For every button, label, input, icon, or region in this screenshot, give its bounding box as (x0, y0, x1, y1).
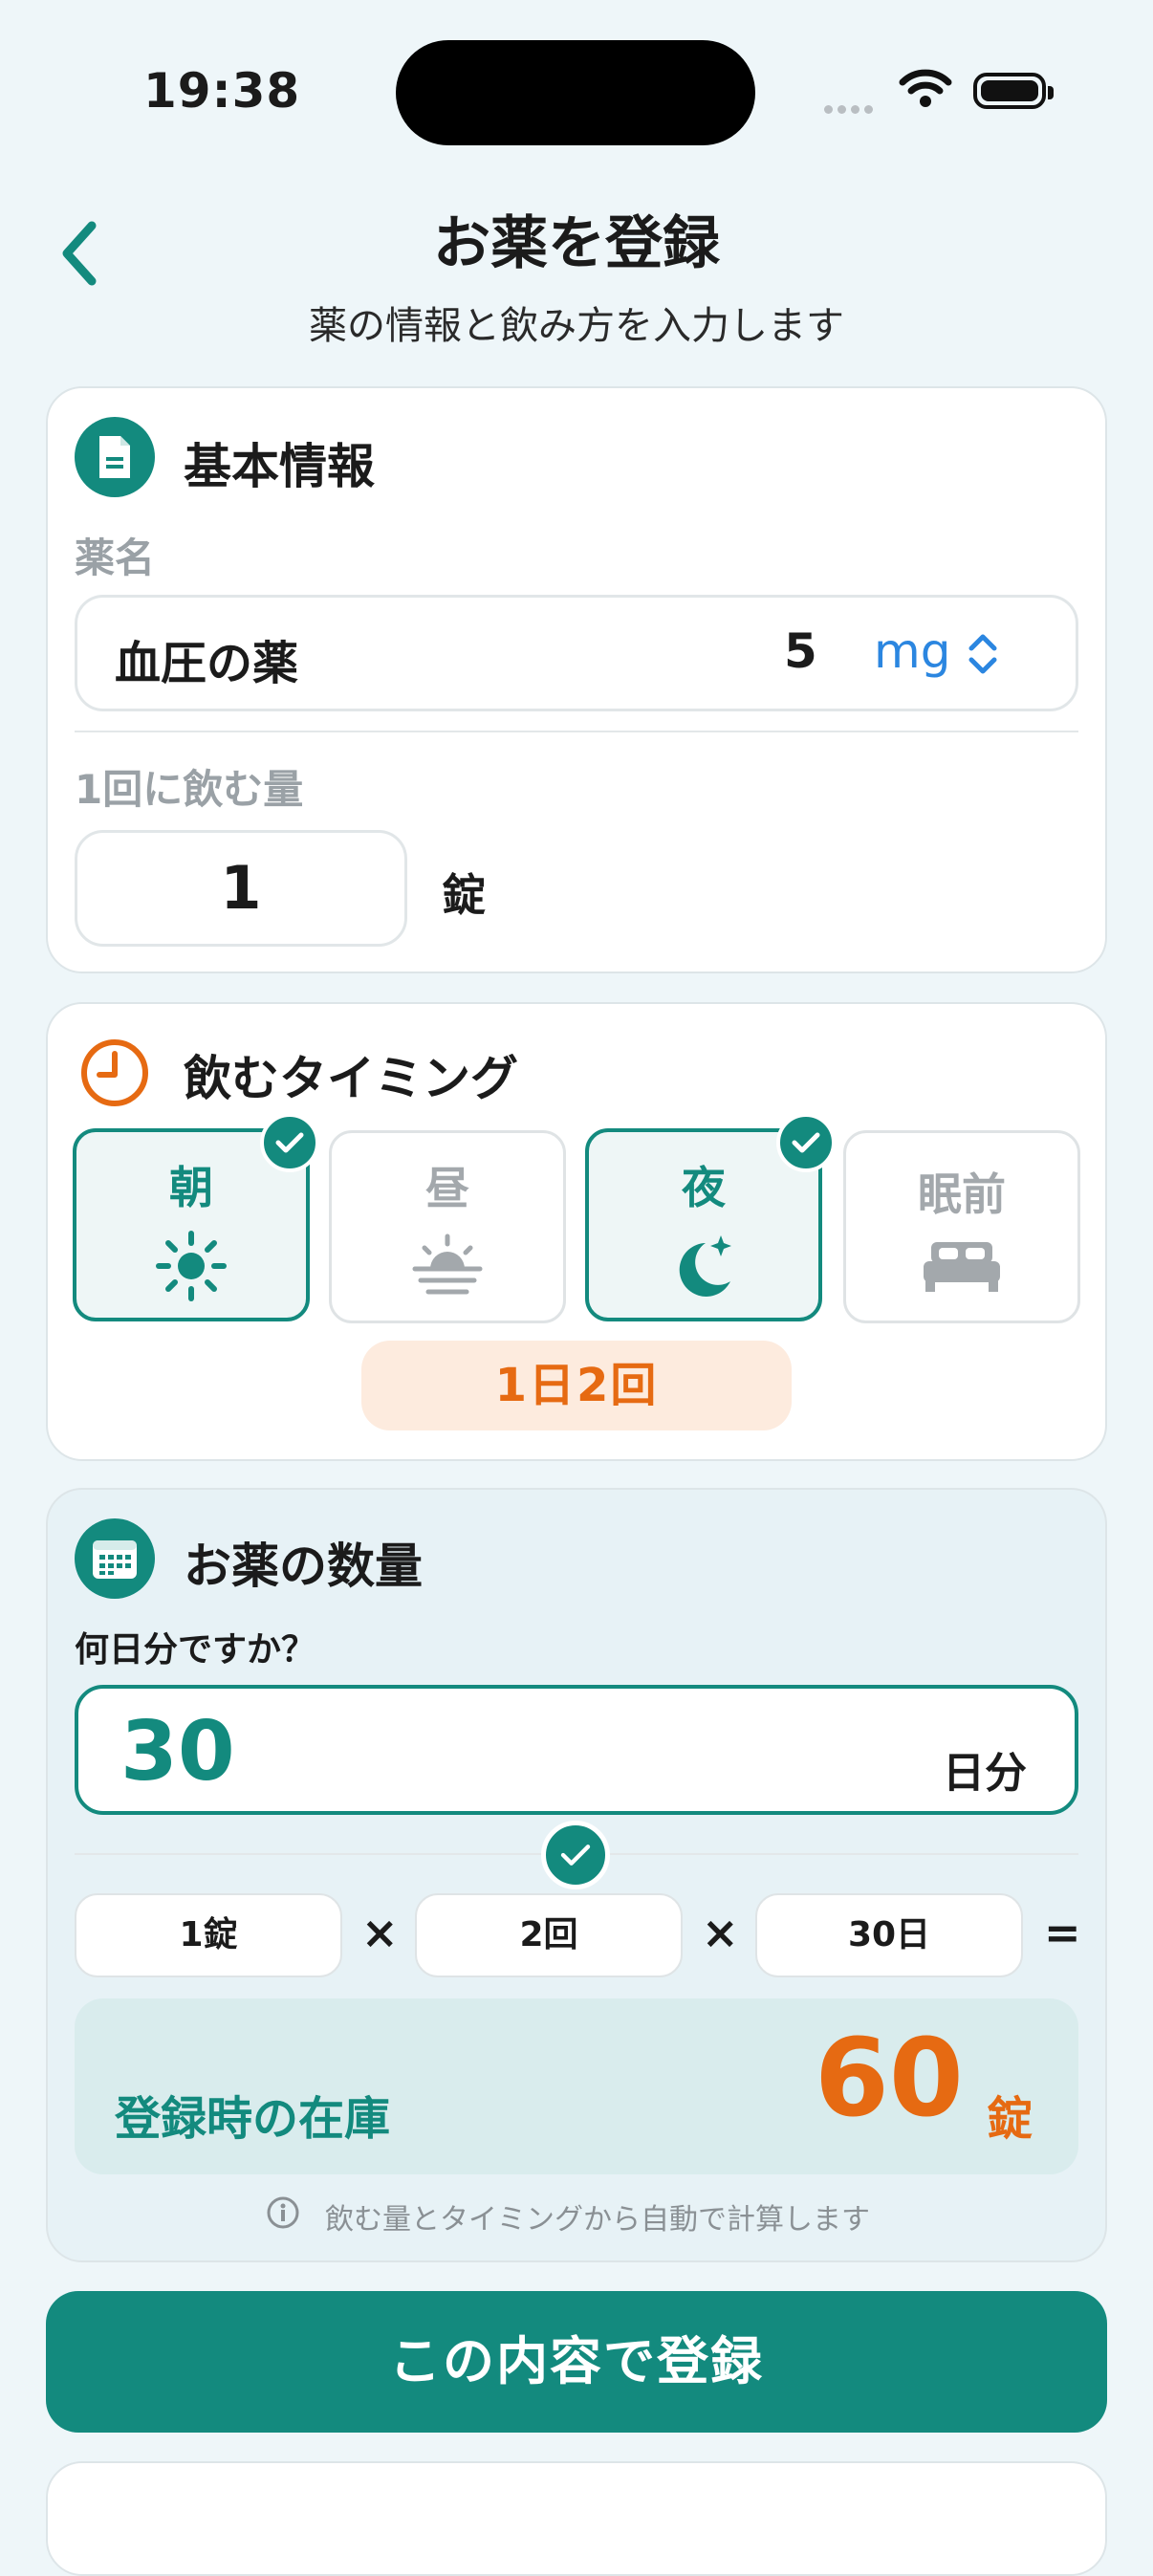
document-icon (75, 417, 155, 497)
timing-title: 飲むタイミング (184, 1051, 518, 1106)
sunset-icon (332, 1231, 563, 1303)
divider (75, 731, 1078, 732)
timing-option-label: 眠前 (918, 1168, 1006, 1220)
multiply-sign: × (702, 1907, 739, 1958)
stock-unit: 錠 (987, 2092, 1033, 2146)
status-time: 19:38 (143, 63, 301, 119)
page-subtitle: 薬の情報と飲み方を入力します (309, 304, 844, 348)
multiply-sign: × (361, 1907, 399, 1958)
dose-unit: 錠 (442, 869, 486, 921)
cellular-signal-icon (824, 99, 878, 118)
days-unit: 日分 (943, 1749, 1027, 1798)
unit-select[interactable]: mg (874, 623, 950, 679)
auto-calc-note: 飲む量とタイミングから自動で計算します (325, 2203, 870, 2237)
checkmark-icon (260, 1113, 319, 1172)
medicine-name-value[interactable]: 血圧の薬 (115, 625, 298, 692)
dose-input[interactable]: 1 (75, 830, 407, 947)
register-button[interactable]: この内容で登録 (46, 2291, 1107, 2433)
strength-value[interactable]: 5 (784, 623, 817, 679)
medicine-name-label: 薬名 (75, 535, 156, 581)
chevron-updown-icon[interactable] (964, 631, 1002, 681)
checkmark-icon (541, 1821, 610, 1889)
dose-label: 1回に飲む量 (75, 766, 304, 813)
calc-times-per-day: 2回 (415, 1893, 683, 1977)
quantity-title: お薬の数量 (184, 1539, 423, 1594)
days-question: 何日分ですか？ (75, 1630, 316, 1670)
calendar-icon (75, 1518, 155, 1599)
frequency-badge: 1日2回 (361, 1341, 792, 1430)
battery-icon (973, 73, 1054, 109)
next-card (46, 2461, 1107, 2576)
timing-option-bedtime[interactable]: 眠前 (843, 1130, 1080, 1323)
wifi-icon (899, 67, 952, 113)
timing-option-label: 昼 (425, 1163, 469, 1214)
calc-days: 30日 (755, 1893, 1023, 1977)
days-value[interactable]: 30 (120, 1704, 235, 1800)
clock-icon (75, 1033, 155, 1113)
sun-icon (76, 1230, 306, 1302)
moon-icon (589, 1230, 818, 1302)
info-icon (266, 2195, 300, 2234)
bed-icon (846, 1236, 1077, 1298)
timing-option-noon[interactable]: 昼 (329, 1130, 566, 1323)
equals-sign: = (1044, 1907, 1081, 1958)
checkmark-icon (776, 1113, 836, 1172)
page-title: お薬を登録 (433, 210, 720, 277)
dynamic-island (396, 40, 755, 145)
stock-value: 60 (815, 2017, 964, 2141)
calc-per-dose: 1錠 (75, 1893, 342, 1977)
basic-info-title: 基本情報 (184, 439, 375, 494)
stock-label: 登録時の在庫 (115, 2092, 391, 2146)
